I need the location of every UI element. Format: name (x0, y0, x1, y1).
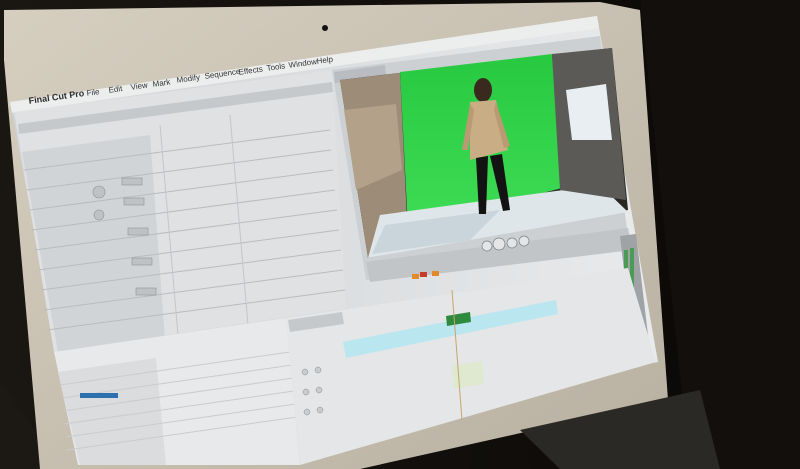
timeline-clip-3 (452, 361, 484, 389)
menu-item-file[interactable]: File (86, 87, 100, 98)
stop-icon (506, 237, 518, 249)
webcam-icon (322, 25, 328, 31)
laptop-photo (0, 0, 800, 469)
transport-rewind (481, 240, 493, 252)
play-icon (492, 237, 506, 251)
